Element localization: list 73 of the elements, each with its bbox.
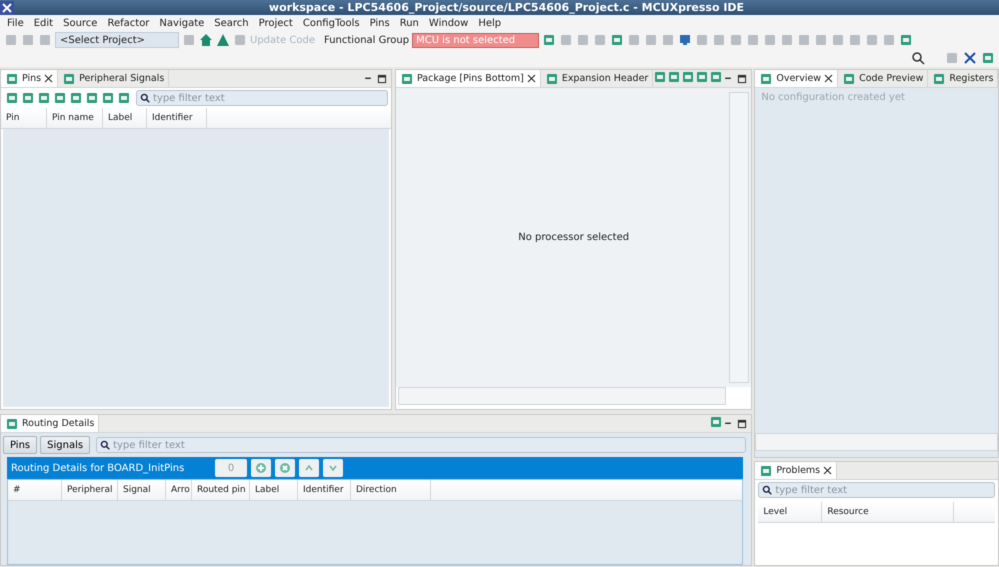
panel-tab[interactable]: Overview <box>755 70 838 87</box>
search-icon[interactable] <box>140 93 150 103</box>
move-up-button[interactable] <box>299 459 319 477</box>
tab-icon[interactable] <box>759 464 774 478</box>
home-icon[interactable] <box>199 33 213 47</box>
menu-item[interactable]: Project <box>254 18 298 28</box>
tab-icon[interactable] <box>932 72 946 86</box>
tab-icon[interactable] <box>842 72 856 86</box>
project-selector[interactable]: <Select Project> <box>55 32 179 48</box>
panel-tab[interactable]: Problems <box>755 462 838 479</box>
column-header[interactable]: Arro <box>166 480 192 500</box>
routing-header: Routing Details for BOARD_InitPins <box>11 462 186 474</box>
plus-icon <box>255 462 267 474</box>
menu-item[interactable]: File <box>2 18 29 28</box>
column-header[interactable]: Signal <box>118 480 166 500</box>
column-header[interactable]: Resource <box>822 502 954 522</box>
column-header[interactable]: Direction <box>351 480 431 500</box>
column-header[interactable]: Identifier <box>298 480 351 500</box>
column-header[interactable]: Routed pin <box>192 480 250 500</box>
tab-icon[interactable] <box>544 72 559 86</box>
menu-item[interactable]: Edit <box>28 18 58 28</box>
menu-item[interactable]: Search <box>209 18 254 28</box>
search-icon[interactable] <box>762 485 772 495</box>
close-icon[interactable] <box>823 466 832 475</box>
tab-icon[interactable] <box>62 72 76 86</box>
move-down-button[interactable] <box>323 459 343 477</box>
search-icon[interactable] <box>100 440 110 450</box>
maximize-icon[interactable] <box>737 74 748 84</box>
filter-button[interactable]: Pins <box>3 436 38 454</box>
menu-item[interactable]: ConfigTools <box>298 18 365 28</box>
filter-field[interactable]: type filter text <box>136 90 388 106</box>
tab-icon[interactable] <box>759 72 774 86</box>
tab-icon[interactable] <box>5 72 19 86</box>
menu-item[interactable]: Help <box>473 18 506 28</box>
menu-item[interactable]: Source <box>58 18 102 28</box>
menu-item[interactable]: Navigate <box>154 18 210 28</box>
menu-item[interactable]: Pins <box>364 18 395 28</box>
column-header[interactable]: Level <box>758 502 822 522</box>
horizontal-scrollbar[interactable] <box>755 433 998 451</box>
vertical-scrollbar[interactable] <box>729 92 750 383</box>
tab-icon[interactable] <box>400 72 414 86</box>
column-header[interactable]: Pin name <box>47 108 103 128</box>
panel-tab[interactable]: Routing Details <box>1 415 100 432</box>
column-header[interactable]: Pin <box>1 108 47 128</box>
window-title: workspace - LPC54606_Project/source/LPC54606_Project.c - MCUXpresso IDE <box>268 1 746 14</box>
filter-field[interactable]: type filter text <box>96 437 746 453</box>
filter-field[interactable]: type filter text <box>758 482 996 498</box>
empty-message: No configuration created yet <box>760 91 906 105</box>
close-icon[interactable] <box>526 74 536 83</box>
menu-item[interactable]: Refactor <box>102 18 154 28</box>
column-header[interactable]: Identifier <box>147 108 207 128</box>
column-header[interactable]: Peripheral <box>62 480 118 500</box>
remove-icon <box>279 462 291 474</box>
functional-group-label: Functional Group <box>324 34 410 46</box>
column-header[interactable]: # <box>8 480 62 500</box>
remove-button[interactable] <box>275 459 295 477</box>
menu-item[interactable]: Window <box>424 18 474 28</box>
panel-tab[interactable]: Package [Pins Bottom] <box>396 70 541 87</box>
warning-icon[interactable] <box>216 33 230 47</box>
add-button[interactable] <box>251 459 271 477</box>
maximize-icon[interactable] <box>377 74 387 84</box>
monitor-icon[interactable] <box>678 33 692 47</box>
panel-tab[interactable]: Pins <box>1 70 58 87</box>
close-icon[interactable] <box>44 74 54 83</box>
column-header[interactable]: Label <box>103 108 147 128</box>
column-header[interactable]: Label <box>250 480 298 500</box>
maximize-icon[interactable] <box>737 418 748 428</box>
search-icon[interactable] <box>911 51 925 65</box>
close-icon[interactable] <box>824 74 834 83</box>
empty-message: No processor selected <box>518 232 630 243</box>
menu-item[interactable]: Run <box>394 18 424 28</box>
horizontal-scrollbar[interactable] <box>398 387 726 405</box>
filter-button[interactable]: Signals <box>40 436 90 454</box>
